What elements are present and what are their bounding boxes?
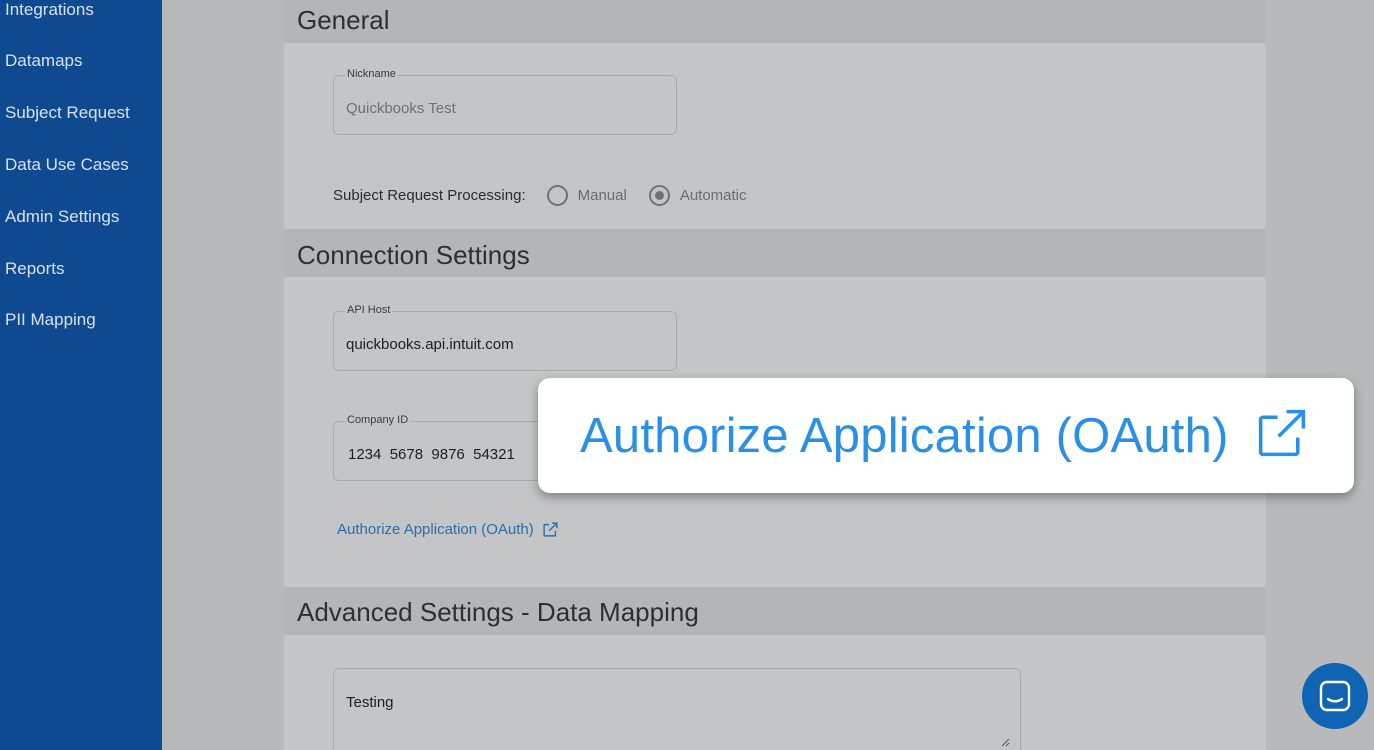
general-section-header — [284, 0, 1266, 43]
nickname-value: Quickbooks Test — [346, 100, 456, 117]
nickname-field[interactable]: Nickname Quickbooks Test — [333, 68, 677, 135]
subject-request-processing: Subject Request Processing: Manual Autom… — [333, 184, 747, 206]
authorize-oauth-link[interactable]: Authorize Application (OAuth) — [337, 521, 559, 538]
api-host-label: API Host — [345, 304, 393, 316]
radio-automatic-label: Automatic — [679, 186, 747, 204]
nickname-label: Nickname — [345, 68, 398, 80]
sidebar-item-admin-settings[interactable]: Admin Settings — [5, 207, 119, 227]
authorize-oauth-link-label: Authorize Application (OAuth) — [337, 521, 534, 538]
radio-manual[interactable] — [546, 184, 568, 206]
authorize-oauth-callout[interactable]: Authorize Application (OAuth) — [538, 378, 1354, 493]
sidebar-item-subject-request[interactable]: Subject Request — [5, 103, 130, 123]
data-mapping-value: Testing — [346, 694, 394, 711]
sidebar-item-pii-mapping[interactable]: PII Mapping — [5, 310, 96, 330]
sidebar-item-reports[interactable]: Reports — [5, 259, 65, 279]
company-id-value: 1234 5678 9876 54321 — [348, 446, 515, 463]
resize-handle-icon[interactable] — [1000, 737, 1010, 747]
external-link-icon — [1258, 409, 1306, 457]
api-host-field[interactable]: API Host quickbooks.api.intuit.com — [333, 304, 677, 371]
sidebar-item-data-use-cases[interactable]: Data Use Cases — [5, 155, 129, 175]
external-link-icon — [543, 522, 558, 537]
api-host-value: quickbooks.api.intuit.com — [346, 336, 514, 353]
data-mapping-textarea[interactable]: Testing — [333, 668, 1021, 750]
sidebar-item-datamaps[interactable]: Datamaps — [5, 51, 82, 71]
chat-icon — [1319, 680, 1351, 712]
chat-launcher-button[interactable] — [1302, 663, 1368, 729]
radio-automatic[interactable] — [648, 184, 670, 206]
company-id-label: Company ID — [345, 414, 411, 426]
general-section-title: General — [297, 5, 390, 35]
callout-text: Authorize Application (OAuth) — [580, 409, 1229, 463]
advanced-section-title: Advanced Settings - Data Mapping — [297, 597, 699, 627]
connection-section-title: Connection Settings — [297, 240, 530, 270]
radio-manual-label: Manual — [577, 186, 627, 204]
processing-label: Subject Request Processing: — [333, 186, 526, 204]
sidebar: Integrations Datamaps Subject Request Da… — [0, 0, 162, 750]
sidebar-item-integrations[interactable]: Integrations — [5, 0, 94, 20]
